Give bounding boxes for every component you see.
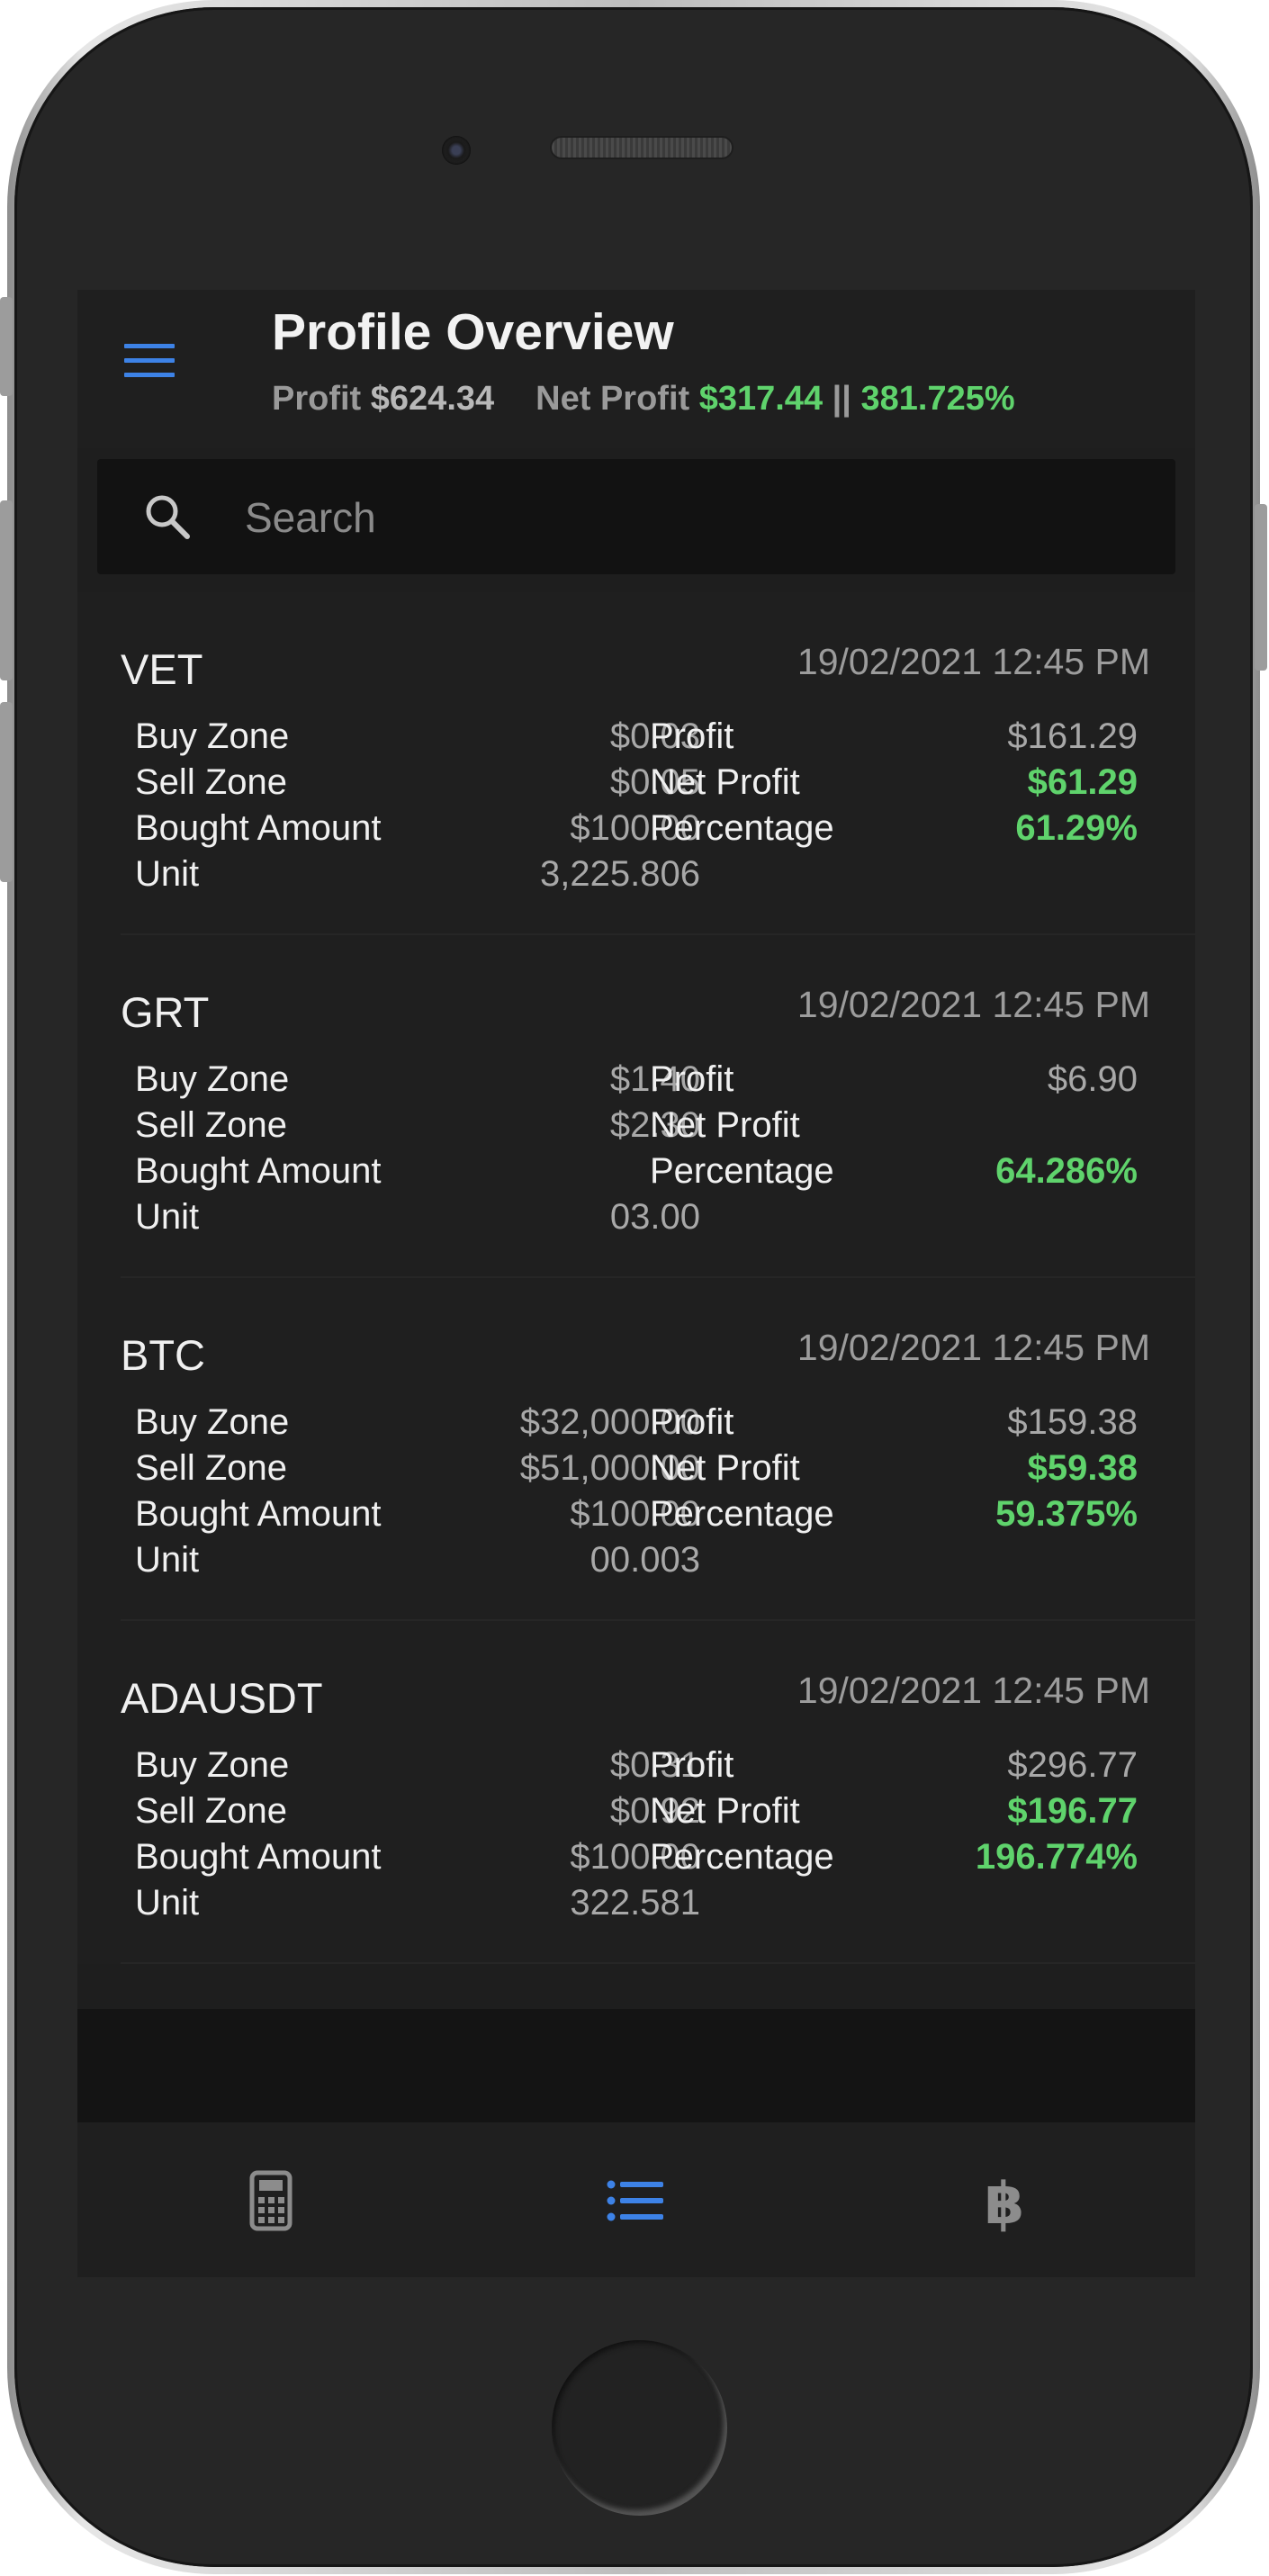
profit-summary-value: $624.34: [370, 380, 495, 418]
profit-summary-label: Profit: [272, 380, 362, 418]
side-button-power: [1255, 504, 1267, 671]
net-profit-value: $59.38: [1027, 1448, 1138, 1488]
bought-amount-label: Bought Amount: [135, 808, 382, 848]
coin-name: GRT: [121, 988, 210, 1036]
percentage-value: 61.29%: [1015, 808, 1138, 848]
net-profit-value: $61.29: [1027, 762, 1138, 802]
coin-name: BTC: [121, 1331, 205, 1379]
unit-value: 03.00: [609, 1197, 700, 1237]
net-profit-label: Net Profit: [650, 1448, 800, 1488]
net-profit-percentage: 381.725%: [860, 380, 1015, 418]
unit-value: 322.581: [570, 1883, 700, 1923]
coin-card[interactable]: BTC 19/02/2021 12:45 PM Buy Zone $32,000.00…: [77, 1278, 1195, 1621]
coin-date: 19/02/2021 12:45 PM: [796, 641, 1150, 682]
net-profit-summary-label: Net Profit: [536, 380, 690, 418]
percentage-value: 59.375%: [995, 1494, 1138, 1534]
coin-date: 19/02/2021 12:45 PM: [796, 1670, 1150, 1711]
sell-zone-label: Sell Zone: [135, 762, 287, 802]
bottom-navigation: ฿: [77, 2122, 1195, 2277]
profit-value: $6.90: [1047, 1059, 1138, 1099]
calculator-icon[interactable]: [239, 2169, 302, 2232]
coin-name: VET: [121, 645, 203, 693]
search-input[interactable]: [243, 481, 1147, 554]
net-profit-value: $196.77: [1007, 1791, 1138, 1831]
list-icon[interactable]: [604, 2169, 667, 2232]
side-button-volume-down: [0, 702, 13, 882]
side-button-mute: [0, 297, 13, 396]
svg-text:฿: ฿: [985, 2171, 1025, 2232]
bought-amount-label: Bought Amount: [135, 1837, 382, 1877]
profit-value: $159.38: [1007, 1402, 1138, 1442]
list-footer-spacer: [77, 2009, 1195, 2122]
buy-zone-label: Buy Zone: [135, 1059, 290, 1099]
earpiece-speaker: [552, 138, 732, 158]
profit-label: Profit: [650, 1059, 734, 1099]
unit-label: Unit: [135, 1883, 200, 1923]
net-profit-label: Net Profit: [650, 1791, 800, 1831]
app-screen: Profile Overview Profit $624.34 Net Profi…: [77, 290, 1195, 2277]
profit-label: Profit: [650, 1745, 734, 1785]
search-bar: [97, 459, 1175, 574]
sell-zone-label: Sell Zone: [135, 1791, 287, 1831]
percentage-label: Percentage: [650, 808, 834, 848]
percentage-value: 196.774%: [975, 1837, 1138, 1877]
sell-zone-label: Sell Zone: [135, 1105, 287, 1145]
percentage-label: Percentage: [650, 1837, 834, 1877]
coin-list: VET 19/02/2021 12:45 PM Buy Zone $0.03 Sell …: [77, 592, 1195, 1964]
bought-amount-label: Bought Amount: [135, 1494, 382, 1534]
phone-frame: Profile Overview Profit $624.34 Net Profi…: [0, 0, 1267, 2574]
summary-separator: ||: [832, 380, 851, 418]
coin-name: ADAUSDT: [121, 1674, 323, 1722]
buy-zone-label: Buy Zone: [135, 1402, 290, 1442]
net-profit-label: Net Profit: [650, 1105, 800, 1145]
coin-card[interactable]: GRT 19/02/2021 12:45 PM Buy Zone $1.40 Sell …: [77, 935, 1195, 1278]
unit-value: 00.003: [590, 1540, 700, 1580]
sell-zone-label: Sell Zone: [135, 1448, 287, 1488]
buy-zone-label: Buy Zone: [135, 716, 290, 756]
side-button-volume-up: [0, 500, 13, 680]
search-icon[interactable]: [142, 491, 193, 542]
percentage-value: 64.286%: [995, 1151, 1138, 1191]
profit-summary: Profit $624.34 Net Profit $317.44 || 381.…: [272, 380, 1015, 419]
profit-label: Profit: [650, 1402, 734, 1442]
app-header: Profile Overview Profit $624.34 Net Profi…: [77, 290, 1195, 448]
bought-amount-label: Bought Amount: [135, 1151, 382, 1191]
unit-value: 3,225.806: [540, 854, 700, 894]
unit-label: Unit: [135, 854, 200, 894]
coin-date: 19/02/2021 12:45 PM: [796, 984, 1150, 1025]
coin-date: 19/02/2021 12:45 PM: [796, 1327, 1150, 1368]
percentage-label: Percentage: [650, 1151, 834, 1191]
page-title: Profile Overview: [272, 303, 674, 361]
unit-label: Unit: [135, 1197, 200, 1237]
coin-card[interactable]: ADAUSDT 19/02/2021 12:45 PM Buy Zone $0.31 S…: [77, 1621, 1195, 1964]
profit-value: $161.29: [1007, 716, 1138, 756]
coin-card[interactable]: VET 19/02/2021 12:45 PM Buy Zone $0.03 Sell …: [77, 592, 1195, 935]
net-profit-summary-value: $317.44: [698, 380, 824, 418]
net-profit-label: Net Profit: [650, 762, 800, 802]
buy-zone-label: Buy Zone: [135, 1745, 290, 1785]
bitcoin-icon[interactable]: ฿: [973, 2169, 1036, 2232]
profit-label: Profit: [650, 716, 734, 756]
home-button[interactable]: [552, 2340, 727, 2516]
menu-icon[interactable]: [124, 344, 175, 383]
percentage-label: Percentage: [650, 1494, 834, 1534]
front-camera: [442, 136, 471, 165]
profit-value: $296.77: [1007, 1745, 1138, 1785]
unit-label: Unit: [135, 1540, 200, 1580]
